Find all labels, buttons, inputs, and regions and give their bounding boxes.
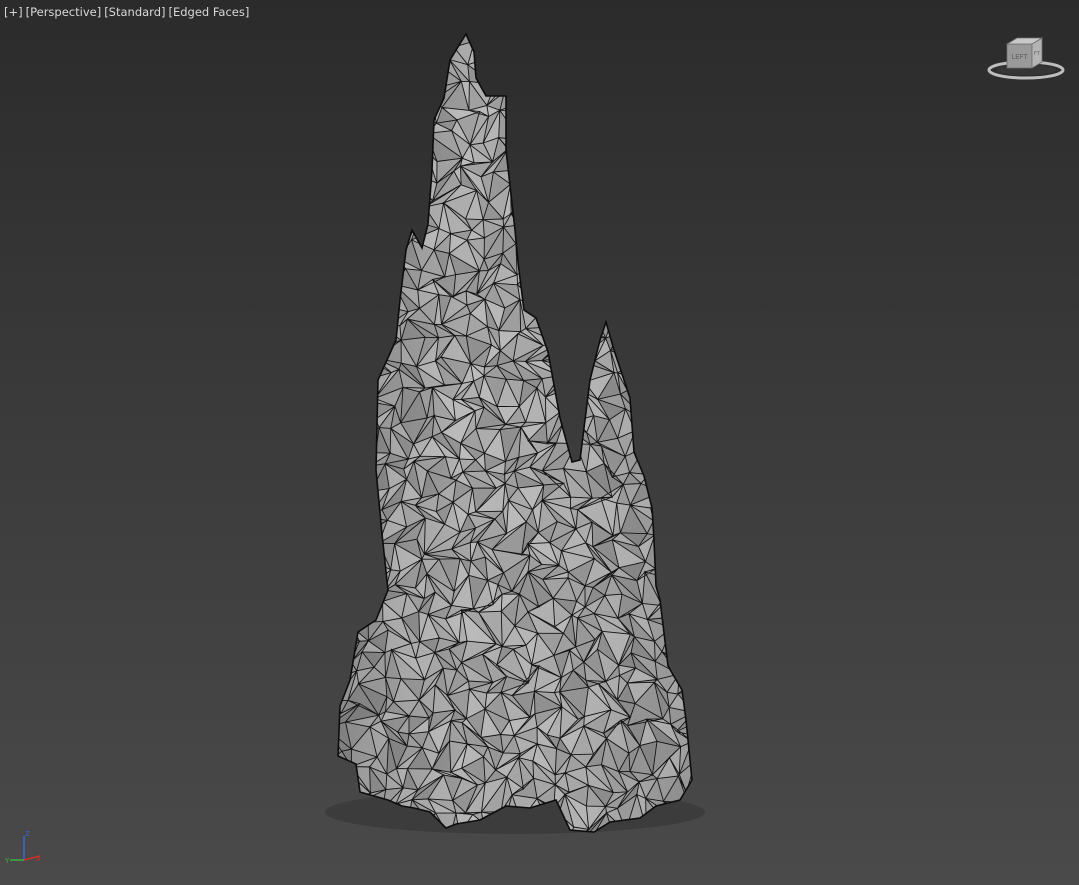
viewport-canvas[interactable] <box>0 0 1079 885</box>
viewcube-face-left[interactable]: LEFT <box>1011 53 1028 61</box>
viewcube-icon[interactable]: LEFT FT <box>1005 37 1044 69</box>
rock-spire-mesh[interactable] <box>323 19 714 849</box>
viewcube-face-front[interactable]: FT <box>1034 51 1041 57</box>
viewcube-widget[interactable]: LEFT FT <box>986 34 1066 84</box>
axis-tripod: Z X Y <box>4 830 41 865</box>
z-axis-label: Z <box>25 830 30 838</box>
y-axis-label: Y <box>4 857 10 865</box>
x-axis-label: X <box>36 855 41 863</box>
